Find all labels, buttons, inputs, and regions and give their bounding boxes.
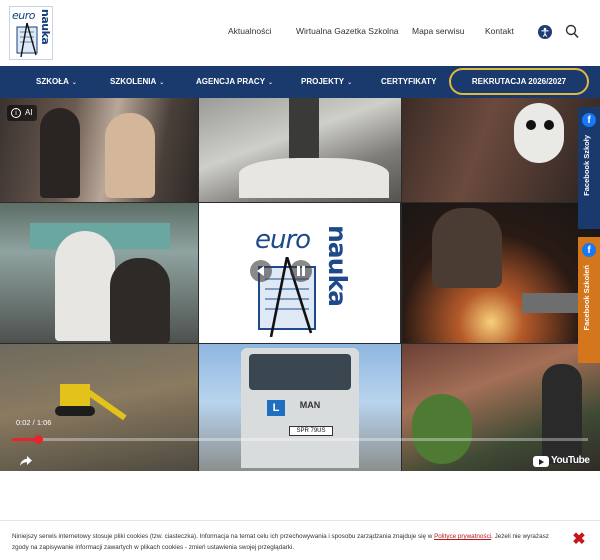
- previous-icon[interactable]: [250, 260, 272, 282]
- cookie-text-before: Niniejszy serwis internetowy stosuje pli…: [12, 533, 435, 540]
- pause-icon[interactable]: [290, 260, 312, 282]
- close-icon[interactable]: ✖: [572, 532, 586, 548]
- video-time: 0:02 / 1:06: [16, 418, 52, 427]
- nav-agencja-pracy[interactable]: AGENCJA PRACY ⌄: [196, 66, 273, 98]
- nav-szkola-label: SZKOŁA: [36, 77, 69, 86]
- topnav-aktualnosci[interactable]: Aktualności: [228, 26, 271, 36]
- ai-info-badge[interactable]: i AI: [7, 105, 37, 121]
- share-icon[interactable]: [19, 454, 33, 468]
- info-icon: i: [11, 108, 21, 118]
- nav-szkola[interactable]: SZKOŁA ⌄: [36, 66, 77, 98]
- video-tile-barber: [0, 203, 198, 343]
- chevron-down-icon: ⌄: [268, 80, 274, 86]
- nav-agencja-pracy-label: AGENCJA PRACY: [196, 77, 266, 86]
- nav-projekty-label: PROJEKTY: [301, 77, 345, 86]
- logo-text-euro: euro: [12, 9, 36, 22]
- facebook-szkolen-label: Facebook Szkoleń: [582, 265, 591, 331]
- nav-projekty[interactable]: PROJEKTY ⌄: [301, 66, 352, 98]
- truck-brand: MAN: [299, 400, 321, 410]
- video-logo-nauka: nauka: [323, 225, 352, 306]
- truck-l-sign: L: [267, 400, 285, 416]
- facebook-szkolen-tab[interactable]: f Facebook Szkoleń: [578, 237, 600, 363]
- logo-text-nauka: nauka: [39, 9, 52, 45]
- chevron-down-icon: ⌄: [347, 80, 353, 86]
- ai-badge-label: AI: [25, 108, 33, 117]
- video-tile-welding: [402, 203, 600, 343]
- youtube-label: YouTube: [551, 455, 590, 466]
- privacy-policy-link[interactable]: Polityce prywatności: [434, 533, 491, 540]
- facebook-icon: f: [582, 113, 596, 127]
- video-progress-bar[interactable]: [12, 435, 588, 444]
- recruitment-button[interactable]: REKRUTACJA 2026/2027: [449, 68, 589, 95]
- nav-certyfikaty-label: CERTYFIKATY: [381, 77, 437, 86]
- facebook-szkoly-tab[interactable]: f Facebook Szkoły: [578, 107, 600, 229]
- youtube-play-icon: [533, 456, 549, 467]
- site-logo[interactable]: euro nauka: [9, 6, 53, 60]
- video-tile-facepaint: [402, 98, 600, 202]
- nav-certyfikaty[interactable]: CERTYFIKATY: [381, 66, 436, 98]
- video-tile-florist: [402, 344, 600, 471]
- cookie-text: Niniejszy serwis internetowy stosuje pli…: [12, 531, 560, 553]
- chevron-down-icon: ⌄: [159, 80, 165, 86]
- chevron-down-icon: ⌄: [71, 80, 77, 86]
- nav-szkolenia-label: SZKOLENIA: [110, 77, 157, 86]
- video-logo-euro: euro: [255, 225, 311, 255]
- topnav-wirtualna-gazetka[interactable]: Wirtualna Gazetka Szkolna: [296, 26, 399, 36]
- site-header: euro nauka Aktualności Wirtualna Gazetka…: [0, 0, 600, 66]
- cookie-banner: Niniejszy serwis internetowy stosuje pli…: [0, 520, 600, 560]
- truck-plate: SPR 79US: [289, 426, 333, 436]
- video-progress-knob[interactable]: [33, 435, 43, 444]
- page: euro nauka Aktualności Wirtualna Gazetka…: [0, 0, 600, 560]
- topnav-mapa-serwisu[interactable]: Mapa serwisu: [412, 26, 464, 36]
- video-tile-sewing: [199, 98, 401, 202]
- nav-szkolenia[interactable]: SZKOLENIA ⌄: [110, 66, 164, 98]
- accessibility-icon[interactable]: [538, 25, 552, 39]
- video-tile-excavator: [0, 344, 198, 471]
- facebook-szkoly-label: Facebook Szkoły: [582, 135, 591, 196]
- compass-logo-icon: [16, 23, 38, 57]
- search-icon[interactable]: [565, 24, 579, 39]
- facebook-icon: f: [582, 243, 596, 257]
- video-tile-truck: L MAN SPR 79US: [199, 344, 401, 471]
- main-navigation: SZKOŁA ⌄ SZKOLENIA ⌄ AGENCJA PRACY ⌄ PROJEK…: [0, 66, 600, 98]
- promo-video-player[interactable]: L MAN SPR 79US euro nauka i AI 0:02 / 1:…: [0, 98, 600, 471]
- topnav-kontakt[interactable]: Kontakt: [485, 26, 514, 36]
